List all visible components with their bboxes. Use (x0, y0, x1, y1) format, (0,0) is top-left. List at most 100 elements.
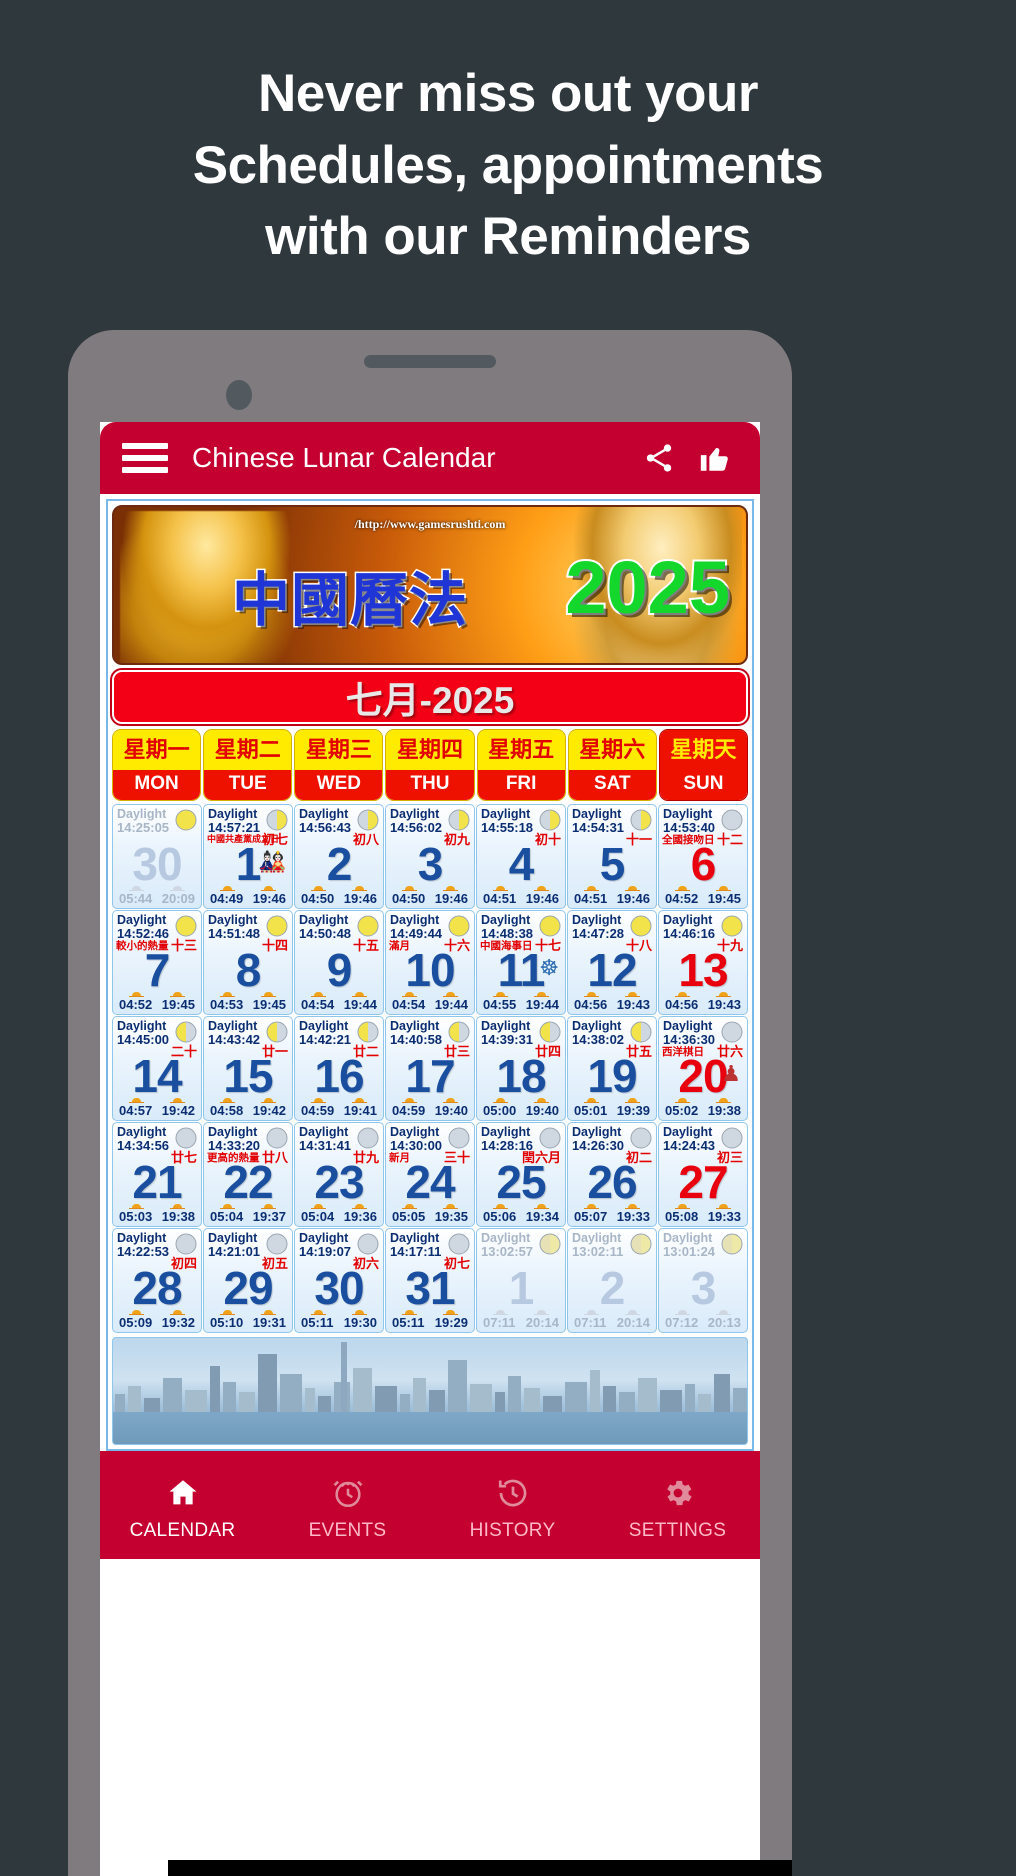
calendar-day-cell[interactable]: Daylight 14:21:01 初五 29 05:10 19:31 (203, 1228, 293, 1333)
day-number: 8 (235, 944, 262, 996)
moon-phase-icon (539, 1021, 561, 1043)
moon-phase-icon (630, 1021, 652, 1043)
headline-line-3: with our Reminders (265, 207, 751, 267)
calendar-day-cell[interactable]: Daylight 14:56:02 初九 3 04:50 19:46 (385, 804, 475, 909)
weekday-cn-label: 星期三 (295, 730, 383, 770)
calendar-day-cell[interactable]: Daylight 14:54:31 十一 5 04:51 19:46 (567, 804, 657, 909)
calendar-day-cell[interactable]: Daylight 13:02:11 2 07:11 20:14 (567, 1228, 657, 1333)
sunset-icon (352, 987, 367, 997)
nav-item-calendar[interactable]: CALENDAR (100, 1474, 265, 1542)
day-number: 9 (326, 944, 353, 996)
calendar-day-cell[interactable]: Daylight 14:34:56 廿七 21 05:03 19:38 (112, 1122, 202, 1227)
calendar-day-cell[interactable]: Daylight 14:55:18 初十 4 04:51 19:46 (476, 804, 566, 909)
sunrise-icon (493, 1199, 508, 1209)
calendar-day-cell[interactable]: Daylight 14:50:48 十五 9 04:54 19:44 (294, 910, 384, 1015)
sunrise-icon (584, 1199, 599, 1209)
share-icon[interactable] (636, 435, 682, 481)
sunset-time: 19:44 (343, 997, 377, 1012)
calendar-day-cell[interactable]: Daylight 14:52:46 十三 較小的熱量 7 04:52 19:45 (112, 910, 202, 1015)
calendar-day-cell[interactable]: Daylight 14:26:30 初二 26 05:07 19:33 (567, 1122, 657, 1227)
sunset-icon (352, 881, 367, 891)
calendar-day-cell[interactable]: Daylight 13:01:24 3 07:12 20:13 (658, 1228, 748, 1333)
banner-chinese-title: 中國曆法 (230, 567, 469, 635)
sunset-icon (352, 1093, 367, 1103)
calendar-banner: /http://www.gamesrushti.com 中國曆法 2025 (112, 505, 748, 665)
sunrise-time: 05:10 (210, 1315, 244, 1330)
calendar-day-cell[interactable]: Daylight 14:31:41 廿九 23 05:04 19:36 (294, 1122, 384, 1227)
moon-phase-icon (266, 1127, 288, 1149)
sunrise-icon (311, 881, 326, 891)
calendar-day-cell[interactable]: Daylight 14:22:53 初四 28 05:09 19:32 (112, 1228, 202, 1333)
calendar-day-cell[interactable]: Daylight 14:17:11 初七 31 05:11 19:29 (385, 1228, 475, 1333)
skyline-building (210, 1366, 220, 1412)
sunrise-icon (311, 987, 326, 997)
skyline-building (733, 1388, 747, 1412)
calendar-day-cell[interactable]: Daylight 14:40:58 廿三 17 04:59 19:40 (385, 1016, 475, 1121)
sunset-time: 19:37 (252, 1209, 286, 1224)
sunset-icon (534, 1305, 549, 1315)
sunset-icon (443, 1093, 458, 1103)
thumbs-up-icon[interactable] (692, 435, 738, 481)
calendar-day-cell[interactable]: Daylight 14:46:16 十九 13 04:56 19:43 (658, 910, 748, 1015)
calendar-day-cell[interactable]: Daylight 14:57:21 初七 中國共產黨成立日 1 🎎 04:49 19:46 (203, 804, 293, 909)
calendar-day-cell[interactable]: Daylight 14:43:42 廿一 15 04:58 19:42 (203, 1016, 293, 1121)
sunrise-icon (220, 987, 235, 997)
nav-item-history[interactable]: HISTORY (430, 1474, 595, 1542)
sunset-icon (170, 987, 185, 997)
moon-phase-icon (357, 1021, 379, 1043)
phone-mockup: Chinese Lunar Calendar /http://www.games… (68, 330, 792, 1876)
day-number: 21 (132, 1156, 182, 1208)
hamburger-menu-icon[interactable] (122, 443, 168, 473)
daylight-duration: 14:55:18 (481, 820, 534, 835)
sunrise-time: 05:09 (119, 1315, 153, 1330)
calendar-day-cell[interactable]: Daylight 14:36:30 廿六 西洋棋日 20 ♟ 05:02 19:38 (658, 1016, 748, 1121)
sunrise-icon (311, 1199, 326, 1209)
calendar-day-cell[interactable]: Daylight 14:53:40 十二 全國接吻日 6 04:52 19:45 (658, 804, 748, 909)
sunrise-icon (675, 987, 690, 997)
calendar-day-cell[interactable]: Daylight 14:28:16 閏六月 25 05:06 19:34 (476, 1122, 566, 1227)
headline-line-2: Schedules, appointments (192, 135, 824, 195)
sunset-time: 19:43 (616, 997, 650, 1012)
calendar-day-cell[interactable]: Daylight 14:25:05 30 05:44 20:09 (112, 804, 202, 909)
calendar-day-cell[interactable]: Daylight 14:45:00 二十 14 04:57 19:42 (112, 1016, 202, 1121)
calendar-day-cell[interactable]: Daylight 14:38:02 廿五 19 05:01 19:39 (567, 1016, 657, 1121)
sunset-icon (716, 1199, 731, 1209)
calendar-day-cell[interactable]: Daylight 14:48:38 十七 中國海事日 11 ☸ 04:55 19:44 (476, 910, 566, 1015)
nav-item-events[interactable]: EVENTS (265, 1474, 430, 1542)
daylight-duration: 14:24:43 (663, 1138, 716, 1153)
calendar-day-cell[interactable]: Daylight 14:19:07 初六 30 05:11 19:30 (294, 1228, 384, 1333)
calendar-area: /http://www.gamesrushti.com 中國曆法 2025 七月… (100, 494, 760, 1451)
sunrise-time: 04:55 (483, 997, 517, 1012)
day-number: 27 (678, 1156, 728, 1208)
sunrise-icon (129, 881, 144, 891)
calendar-day-cell[interactable]: Daylight 14:33:20 廿八 更高的熱量 22 05:04 19:37 (203, 1122, 293, 1227)
day-number: 23 (314, 1156, 364, 1208)
day-number: 28 (132, 1262, 182, 1314)
calendar-day-cell[interactable]: Daylight 14:24:43 初三 27 05:08 19:33 (658, 1122, 748, 1227)
day-number: 26 (587, 1156, 637, 1208)
calendar-day-cell[interactable]: Daylight 14:30:00 三十 新月 24 05:05 19:35 (385, 1122, 475, 1227)
daylight-duration: 14:45:00 (117, 1032, 170, 1047)
calendar-day-cell[interactable]: Daylight 14:56:43 初八 2 04:50 19:46 (294, 804, 384, 909)
sunrise-icon (402, 1199, 417, 1209)
moon-phase-icon (721, 809, 743, 831)
calendar-day-cell[interactable]: Daylight 14:47:28 十八 12 04:56 19:43 (567, 910, 657, 1015)
nav-item-settings[interactable]: SETTINGS (595, 1474, 760, 1542)
daylight-duration: 14:25:05 (117, 820, 170, 835)
headline-line-1: Never miss out your (257, 64, 759, 123)
moon-phase-icon (539, 1127, 561, 1149)
skyline-building (144, 1398, 160, 1412)
calendar-frame: /http://www.gamesrushti.com 中國曆法 2025 七月… (106, 499, 754, 1451)
calendar-day-cell[interactable]: Daylight 14:42:21 廿二 16 04:59 19:41 (294, 1016, 384, 1121)
home-indicator-bar (168, 1860, 792, 1876)
moon-phase-icon (357, 1127, 379, 1149)
calendar-day-cell[interactable]: Daylight 14:51:48 十四 8 04:53 19:45 (203, 910, 293, 1015)
daylight-duration: 13:02:57 (481, 1244, 534, 1259)
sunset-time: 19:45 (252, 997, 286, 1012)
weekday-en-label: FRI (477, 770, 565, 800)
month-header[interactable]: 七月-2025 (112, 670, 748, 724)
calendar-day-cell[interactable]: Daylight 14:49:44 十六 滿月 10 04:54 19:44 (385, 910, 475, 1015)
calendar-day-cell[interactable]: Daylight 13:02:57 1 07:11 20:14 (476, 1228, 566, 1333)
moon-phase-icon (539, 915, 561, 937)
calendar-day-cell[interactable]: Daylight 14:39:31 廿四 18 05:00 19:40 (476, 1016, 566, 1121)
